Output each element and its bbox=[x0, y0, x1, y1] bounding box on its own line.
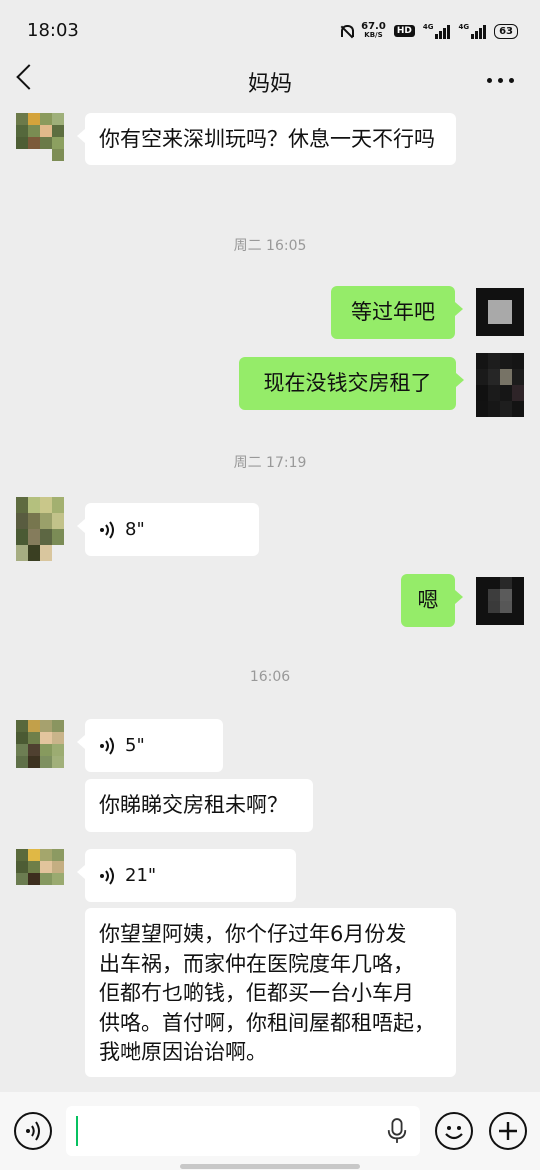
plus-icon[interactable] bbox=[489, 1112, 527, 1150]
signal-icon-2: 4G bbox=[458, 23, 487, 39]
emoji-icon[interactable] bbox=[435, 1112, 473, 1150]
contact-avatar[interactable] bbox=[16, 849, 64, 897]
message-line: 我哋原因诒诒啊。 bbox=[99, 1040, 267, 1064]
timestamp: 周二 17:19 bbox=[233, 455, 307, 471]
my-avatar[interactable] bbox=[476, 288, 524, 336]
timestamp: 周二 16:05 bbox=[233, 238, 307, 254]
voice-duration: 8" bbox=[125, 519, 145, 540]
message-input[interactable] bbox=[66, 1106, 420, 1156]
message-line: 出车祸，而家仲在医院度年几咯， bbox=[99, 951, 414, 976]
contact-avatar[interactable] bbox=[16, 497, 64, 561]
status-icons: 67.0 KB/S HD 4G 4G 63 bbox=[339, 22, 518, 40]
message-line: 你望望阿姨，你个仔过年6月份发 bbox=[99, 922, 407, 946]
input-bar bbox=[0, 1092, 540, 1170]
text-caret bbox=[76, 1116, 78, 1146]
voice-wave-icon bbox=[100, 520, 114, 539]
message-bubble-incoming[interactable]: 你有空来深圳玩吗？休息一天不行吗 bbox=[77, 113, 456, 165]
voice-message[interactable]: 21" bbox=[77, 849, 296, 902]
timestamp: 16:06 bbox=[249, 669, 291, 685]
voice-duration: 5" bbox=[125, 735, 145, 756]
home-indicator[interactable] bbox=[180, 1164, 360, 1169]
chat-title: 妈妈 bbox=[247, 72, 292, 97]
voice-message[interactable]: 8" bbox=[77, 503, 259, 556]
voice-duration: 21" bbox=[125, 865, 157, 886]
message-bubble-outgoing[interactable]: 等过年吧 bbox=[331, 286, 463, 339]
voice-message[interactable]: 5" bbox=[77, 719, 223, 772]
status-time: 18:03 bbox=[27, 20, 79, 41]
message-line: 佢都冇乜啲钱，佢都买一台小车月 bbox=[99, 981, 414, 1005]
message-bubble-incoming[interactable]: 你望望阿姨，你个仔过年6月份发 出车祸，而家仲在医院度年几咯， 佢都冇乜啲钱，佢… bbox=[85, 908, 456, 1077]
more-icon[interactable] bbox=[487, 78, 514, 83]
voice-wave-icon bbox=[100, 866, 114, 885]
my-avatar[interactable] bbox=[476, 353, 524, 417]
network-speed: 67.0 KB/S bbox=[361, 21, 386, 40]
contact-avatar[interactable] bbox=[16, 720, 64, 768]
chat-header: 妈妈 bbox=[0, 62, 540, 102]
message-bubble-incoming[interactable]: 你睇睇交房租未啊？ bbox=[85, 779, 313, 832]
signal-icon: 4G bbox=[423, 23, 451, 39]
my-avatar[interactable] bbox=[476, 577, 524, 625]
mute-bell-icon bbox=[339, 24, 355, 38]
status-bar: 18:03 67.0 KB/S HD 4G 4G 63 bbox=[0, 0, 540, 62]
battery-icon: 63 bbox=[494, 23, 518, 39]
contact-avatar[interactable] bbox=[16, 113, 64, 161]
voice-wave-icon bbox=[100, 736, 114, 755]
message-line: 供咯。首付啊，你租间屋都租唔起， bbox=[99, 1010, 435, 1035]
voice-mode-icon[interactable] bbox=[14, 1112, 52, 1150]
hd-badge: HD bbox=[393, 25, 415, 37]
microphone-icon[interactable] bbox=[386, 1117, 408, 1145]
message-bubble-outgoing[interactable]: 现在没钱交房租了 bbox=[239, 357, 464, 410]
message-bubble-outgoing[interactable]: 嗯 bbox=[401, 574, 463, 627]
